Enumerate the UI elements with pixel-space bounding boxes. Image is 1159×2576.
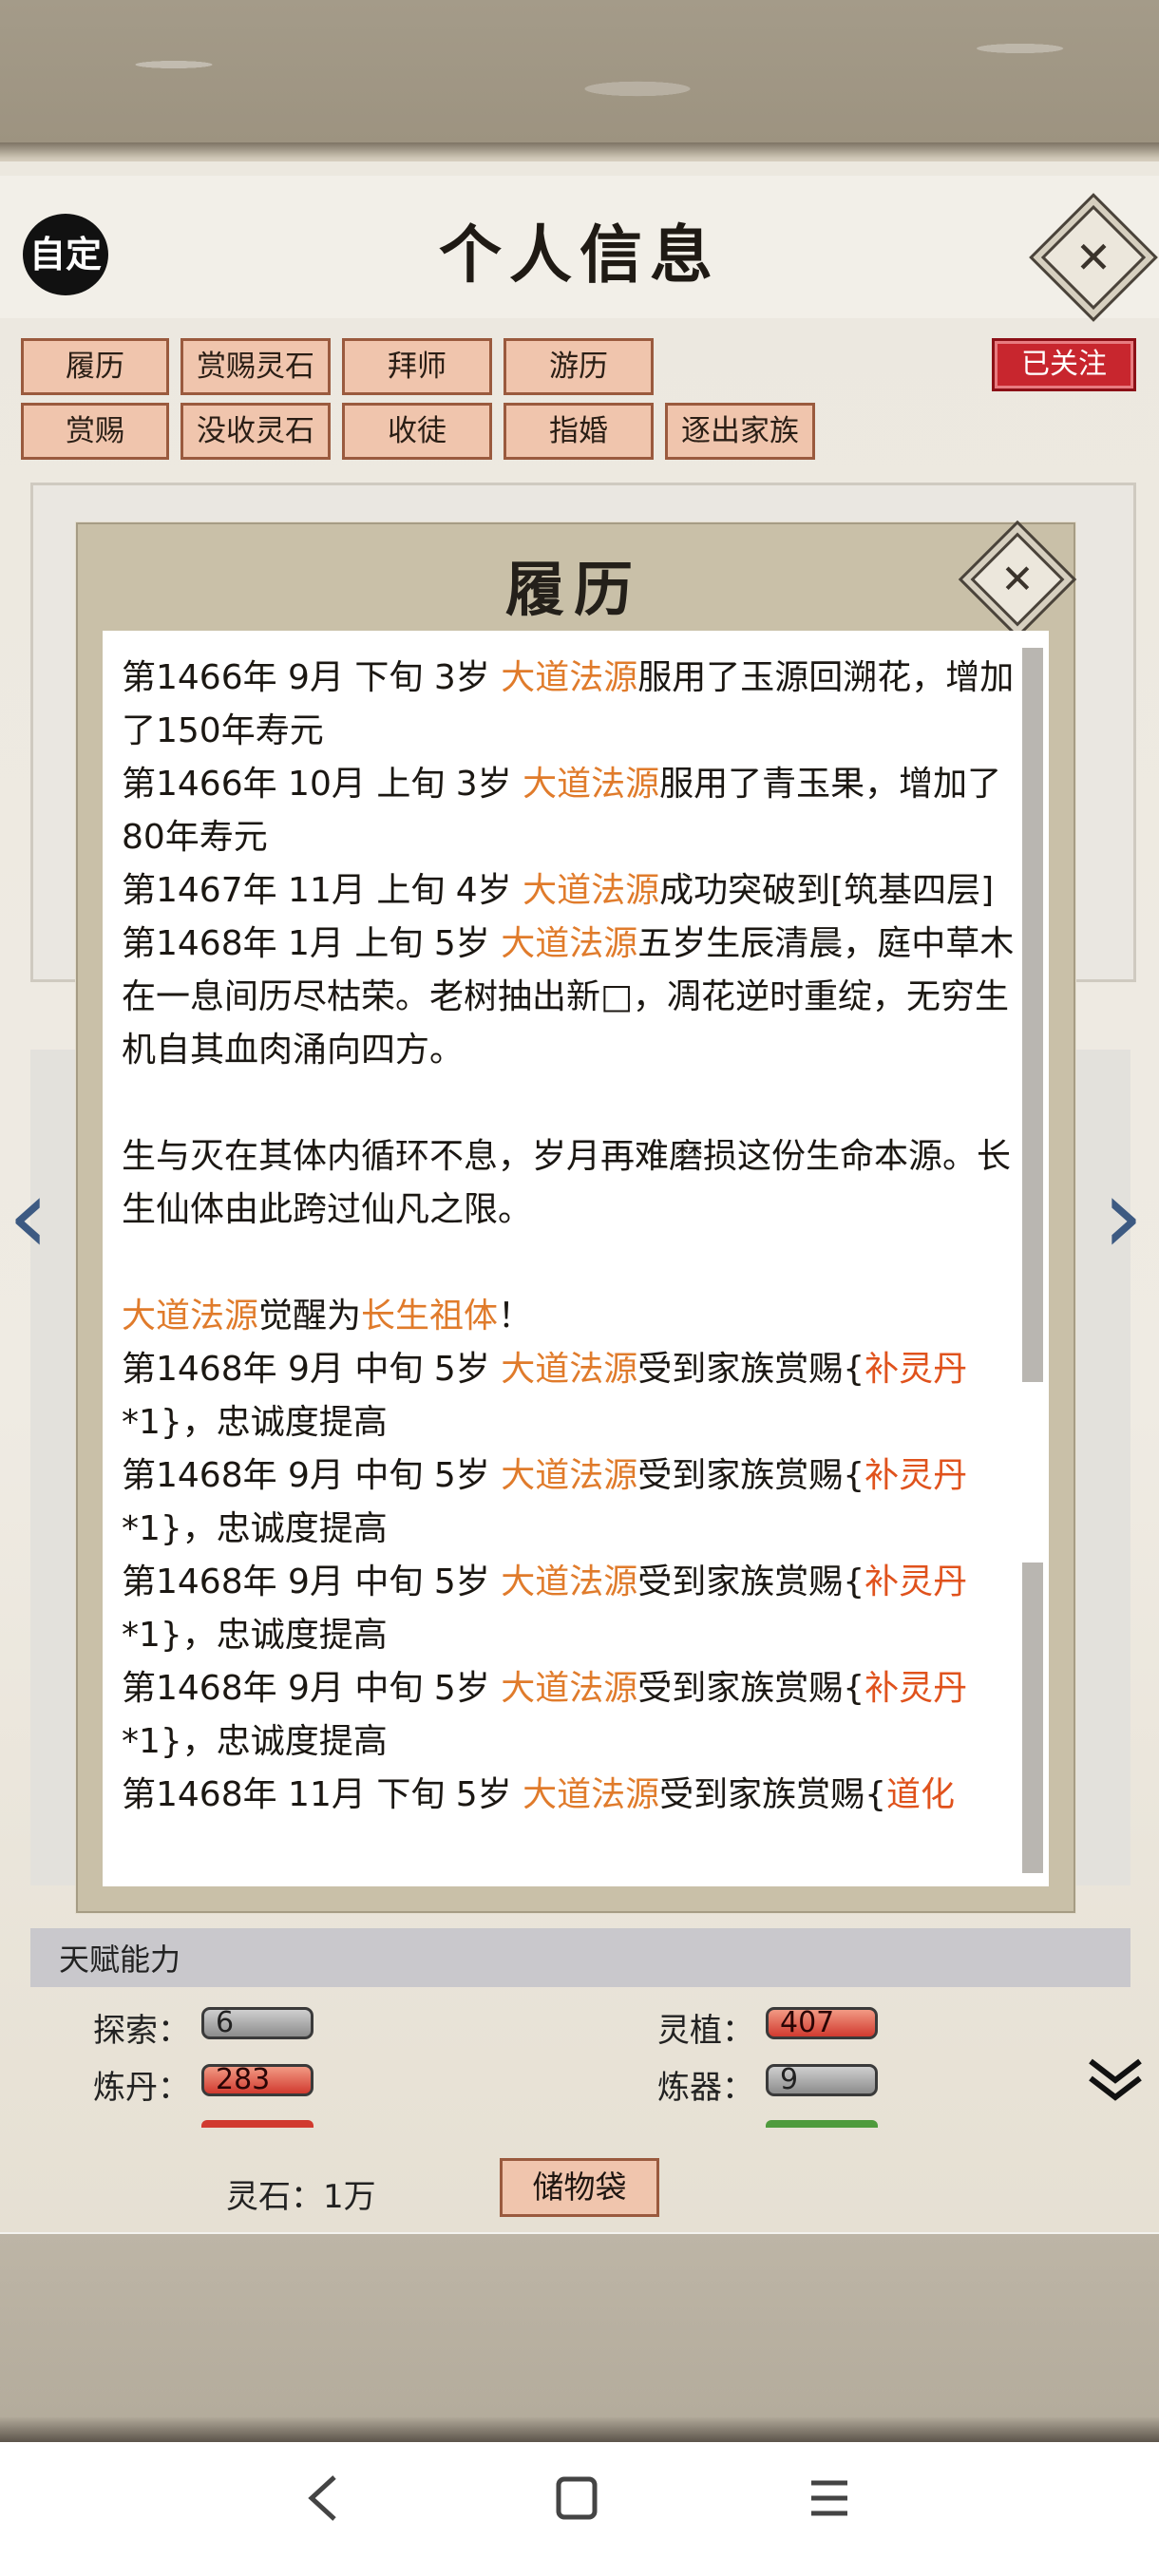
scrollbar-thumb[interactable] [1022, 1382, 1043, 1563]
item-name: 补灵丹 [864, 1350, 968, 1389]
log-text: 觉醒为 [258, 1297, 362, 1335]
log-entry: 第1468年 9月 中旬 5岁 大道法源受到家族赏赐{补灵丹 *1}，忠诚度提高 [122, 1343, 1015, 1449]
character-name: 大道法源 [501, 1563, 638, 1601]
log-date: 第1468年 9月 中旬 5岁 [122, 1456, 502, 1495]
talent-bar-partial [201, 2120, 314, 2128]
close-button[interactable]: ✕ [1040, 204, 1147, 311]
back-nav-icon[interactable] [302, 2470, 344, 2537]
expel-from-family-button[interactable]: 逐出家族 [665, 403, 815, 460]
storage-bag-button[interactable]: 储物袋 [500, 2158, 659, 2217]
log-text: 成功突破到[筑基四层] [659, 871, 995, 910]
custom-badge[interactable]: 自定 [23, 214, 108, 295]
log-text: 受到家族赏赐{ [637, 1669, 865, 1708]
item-name: 道化 [886, 1775, 956, 1814]
log-entry: 大道法源觉醒为长生祖体！ [122, 1290, 1015, 1343]
close-icon: ✕ [1074, 232, 1112, 283]
log-text: 受到家族赏赐{ [637, 1563, 865, 1601]
reward-button[interactable]: 赏赐 [21, 403, 169, 460]
log-entry: 第1468年 9月 中旬 5岁 大道法源受到家族赏赐{补灵丹 *1}，忠诚度提高 [122, 1662, 1015, 1769]
home-nav-icon[interactable] [553, 2470, 600, 2537]
log-text: *1}，忠诚度提高 [122, 1722, 388, 1761]
log-text: 受到家族赏赐{ [659, 1775, 887, 1814]
physique-name: 长生祖体 [361, 1297, 499, 1335]
log-date: 第1467年 11月 上旬 4岁 [122, 871, 523, 910]
character-name: 大道法源 [501, 1669, 638, 1708]
item-name: 补灵丹 [864, 1669, 968, 1708]
log-entry: 第1466年 9月 下旬 3岁 大道法源服用了玉源回溯花，增加了150年寿元 [122, 652, 1015, 758]
log-entry: 第1467年 11月 上旬 4岁 大道法源成功突破到[筑基四层] [122, 864, 1015, 918]
character-name: 大道法源 [501, 1350, 638, 1389]
followed-button[interactable]: 已关注 [992, 338, 1136, 391]
item-name: 补灵丹 [864, 1456, 968, 1495]
resume-button[interactable]: 履历 [21, 338, 169, 395]
talent-bar-partial [766, 2120, 878, 2128]
become-disciple-button[interactable]: 拜师 [342, 338, 492, 395]
character-name: 大道法源 [122, 1297, 259, 1335]
character-name: 大道法源 [501, 658, 638, 697]
log-text: 受到家族赏赐{ [637, 1350, 865, 1389]
log-date: 第1466年 10月 上旬 3岁 [122, 765, 523, 804]
log-date: 第1468年 11月 下旬 5岁 [122, 1775, 523, 1814]
confiscate-spirit-stone-button[interactable]: 没收灵石 [180, 403, 331, 460]
talent-label-explore: 探索： [93, 2012, 190, 2050]
talent-label-alchemy: 炼丹： [93, 2069, 190, 2107]
log-date: 第1468年 9月 中旬 5岁 [122, 1669, 502, 1708]
top-decoration [0, 0, 1159, 161]
travel-button[interactable]: 游历 [504, 338, 654, 395]
resume-close-button[interactable]: ✕ [970, 532, 1065, 627]
character-name: 大道法源 [501, 1456, 638, 1495]
reward-spirit-stone-button[interactable]: 赏赐灵石 [180, 338, 331, 395]
menu-nav-icon[interactable] [806, 2470, 853, 2537]
talent-value-explore: 6 [201, 2007, 314, 2039]
log-date: 第1468年 9月 中旬 5岁 [122, 1350, 502, 1389]
character-name: 大道法源 [522, 765, 660, 804]
log-entry: 第1468年 11月 下旬 5岁 大道法源受到家族赏赐{道化 [122, 1769, 1015, 1822]
close-icon: ✕ [1000, 556, 1035, 602]
log-date: 第1466年 9月 下旬 3岁 [122, 658, 502, 697]
log-spacer [122, 1237, 1015, 1290]
log-entry: 生与灭在其体内循环不息，岁月再难磨损这份生命本源。长生仙体由此跨过仙凡之限。 [122, 1130, 1015, 1237]
log-spacer [122, 1077, 1015, 1130]
talent-section-title: 天赋能力 [59, 1941, 181, 1978]
log-entry: 第1468年 9月 中旬 5岁 大道法源受到家族赏赐{补灵丹 *1}，忠诚度提高 [122, 1449, 1015, 1556]
page-title: 个人信息 [439, 218, 720, 292]
log-date: 第1468年 1月 上旬 5岁 [122, 924, 502, 963]
spirit-stone-count: 灵石：1万 [226, 2178, 376, 2216]
log-text: ！ [498, 1297, 533, 1335]
talent-section-header [30, 1928, 1130, 1987]
log-text: *1}，忠诚度提高 [122, 1403, 388, 1442]
resume-log-text: 第1466年 9月 下旬 3岁 大道法源服用了玉源回溯花，增加了150年寿元 第1… [122, 652, 1015, 1822]
talent-value-alchemy: 283 [201, 2064, 314, 2096]
character-name: 大道法源 [501, 924, 638, 963]
character-name: 大道法源 [522, 1775, 660, 1814]
log-entry: 第1468年 9月 中旬 5岁 大道法源受到家族赏赐{补灵丹 *1}，忠诚度提高 [122, 1556, 1015, 1662]
log-text: *1}，忠诚度提高 [122, 1509, 388, 1548]
log-text: 受到家族赏赐{ [637, 1456, 865, 1495]
take-apprentice-button[interactable]: 收徒 [342, 403, 492, 460]
bottom-decoration [0, 2234, 1159, 2438]
log-text: *1}，忠诚度提高 [122, 1616, 388, 1655]
talent-label-forging: 炼器： [657, 2069, 754, 2107]
talent-value-planting: 407 [766, 2007, 878, 2039]
prev-character-arrow-icon[interactable]: ‹ [8, 1164, 49, 1268]
log-entry: 第1468年 1月 上旬 5岁 大道法源五岁生辰清晨，庭中草木在一息间历尽枯荣。… [122, 918, 1015, 1077]
double-chevron-down-icon[interactable] [1085, 2052, 1146, 2118]
resume-log[interactable]: 第1466年 9月 下旬 3岁 大道法源服用了玉源回溯花，增加了150年寿元 第1… [103, 631, 1049, 1886]
talent-value-forging: 9 [766, 2064, 878, 2096]
character-name: 大道法源 [522, 871, 660, 910]
talent-label-planting: 灵植： [657, 2012, 754, 2050]
item-name: 补灵丹 [864, 1563, 968, 1601]
log-text: 生与灭在其体内循环不息，岁月再难磨损这份生命本源。长生仙体由此跨过仙凡之限。 [122, 1137, 1012, 1229]
scroll-bottom-edge [0, 2417, 1159, 2442]
log-date: 第1468年 9月 中旬 5岁 [122, 1563, 502, 1601]
resume-modal-title: 履历 [504, 555, 642, 624]
arrange-marriage-button[interactable]: 指婚 [504, 403, 654, 460]
log-entry: 第1466年 10月 上旬 3岁 大道法源服用了青玉果，增加了80年寿元 [122, 758, 1015, 864]
scrollbar-track[interactable] [1022, 648, 1043, 1873]
next-character-arrow-icon[interactable]: › [1102, 1164, 1144, 1268]
